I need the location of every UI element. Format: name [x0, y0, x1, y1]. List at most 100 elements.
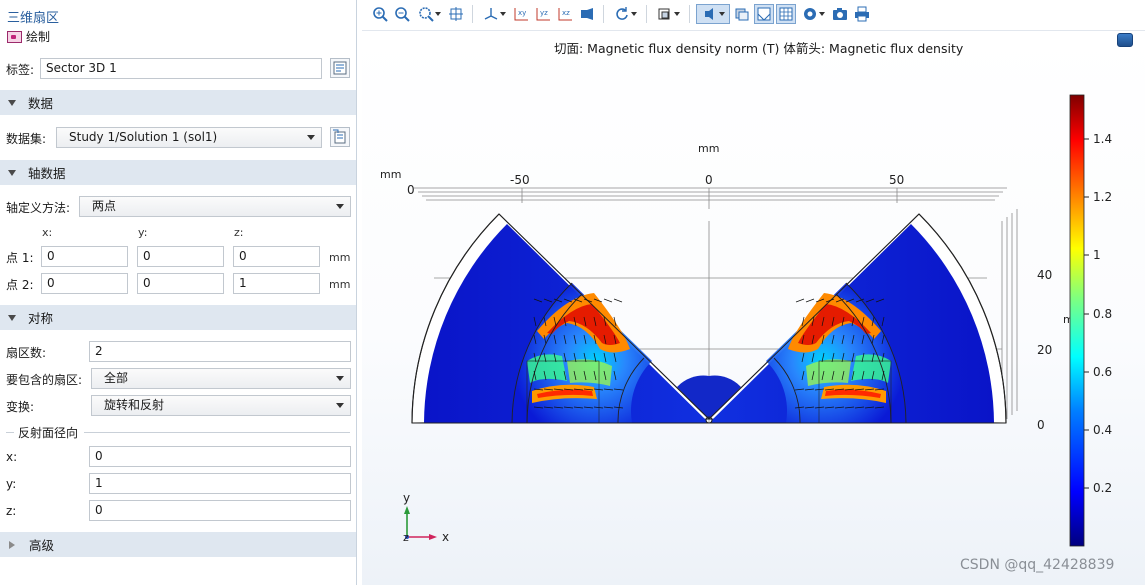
plot-button[interactable]: 绘制	[7, 28, 50, 45]
wireframe-render-icon[interactable]	[754, 4, 774, 24]
axis-triad: y x z	[403, 491, 449, 544]
reflection-group-header: 反射面径向	[6, 424, 350, 441]
collapse-triangle-icon	[8, 169, 16, 176]
svg-text:yz: yz	[540, 9, 548, 17]
left-axis-unit: mm	[380, 168, 401, 181]
col-header-y: y:	[138, 226, 148, 239]
plot-title: 切面: Magnetic flux density norm (T) 体箭头: …	[554, 41, 964, 56]
settings-panel: 三维扇区 绘制 标签: Sector 3D 1 数据 数据集: Study 1/…	[0, 0, 357, 585]
point2-unit: mm	[329, 278, 351, 291]
axis-method-value: 两点	[92, 199, 117, 213]
zoom-extents-icon[interactable]	[446, 4, 466, 24]
point1-y-input[interactable]: 0	[137, 246, 224, 267]
section-advanced[interactable]: 高级	[0, 532, 356, 557]
grid-icon[interactable]	[776, 4, 796, 24]
sectors-input[interactable]: 2	[89, 341, 351, 362]
plot-button-label: 绘制	[26, 30, 51, 44]
section-data-title: 数据	[28, 96, 54, 111]
collapse-triangle-icon	[8, 314, 16, 321]
colorbar-ticks: 1.4 1.2 1 0.8 0.6 0.4 0.2	[1084, 132, 1112, 495]
edit-label-icon[interactable]	[330, 58, 350, 78]
section-symmetry[interactable]: 对称	[0, 305, 356, 330]
dataset-goto-icon[interactable]	[330, 127, 350, 147]
view-xy-icon[interactable]: xy	[511, 4, 531, 24]
include-row: 要包含的扇区:	[6, 371, 82, 388]
refl-y-label: y:	[6, 477, 17, 491]
point1-x-input[interactable]: 0	[41, 246, 128, 267]
color-scene-icon[interactable]	[798, 4, 828, 24]
graphics-panel: xy yz xz 切面: Magnetic flux density norm …	[362, 0, 1145, 585]
reflection-header-text: 反射面径向	[18, 426, 79, 440]
point2-z-input[interactable]: 1	[233, 273, 320, 294]
view-yz-icon[interactable]: yz	[533, 4, 553, 24]
y-tick-label: 20	[1037, 343, 1052, 357]
colorbar-tick-label: 0.8	[1093, 307, 1112, 321]
flux-arrow	[613, 298, 623, 303]
colorbar-tick-label: 0.2	[1093, 481, 1112, 495]
refl-z-label: z:	[6, 504, 17, 518]
graphics-canvas[interactable]: 切面: Magnetic flux density norm (T) 体箭头: …	[362, 30, 1145, 585]
point2-y-input[interactable]: 0	[137, 273, 224, 294]
sectors-label: 扇区数:	[6, 346, 47, 360]
colorbar	[1069, 94, 1085, 547]
sectors-row: 扇区数:	[6, 344, 46, 361]
flux-arrow	[795, 298, 805, 303]
zoom-box-icon[interactable]	[414, 4, 444, 24]
zoom-in-icon[interactable]	[370, 4, 390, 24]
plot-icon	[7, 30, 22, 43]
go-to-view-icon[interactable]	[577, 4, 597, 24]
refl-y-input[interactable]: 1	[89, 473, 351, 494]
refl-x-row: x:	[6, 450, 17, 464]
section-axis-title: 轴数据	[28, 166, 66, 181]
section-axis[interactable]: 轴数据	[0, 160, 356, 185]
chevron-down-icon	[336, 376, 344, 381]
right-sector-plot	[707, 213, 1007, 424]
col-header-z: z:	[234, 226, 244, 239]
dataset-value: Study 1/Solution 1 (sol1)	[69, 130, 218, 144]
refl-x-label: x:	[6, 450, 18, 464]
point1-z-input[interactable]: 0	[233, 246, 320, 267]
top-axis-unit: mm	[698, 142, 719, 155]
select-objects-icon[interactable]	[653, 4, 683, 24]
dataset-row: 数据集:	[6, 130, 46, 147]
axis-orientation-icon[interactable]	[479, 4, 509, 24]
svg-text:xy: xy	[518, 9, 526, 17]
label-input[interactable]: Sector 3D 1	[40, 58, 322, 79]
point2-row: 点 2:	[6, 276, 34, 293]
transform-select[interactable]: 旋转和反射	[91, 395, 351, 416]
include-value: 全部	[104, 371, 129, 385]
expand-triangle-icon	[9, 540, 15, 549]
include-label: 要包含的扇区:	[6, 373, 83, 387]
refl-z-input[interactable]: 0	[89, 500, 351, 521]
y-tick-label: 40	[1037, 268, 1052, 282]
y-tick-label: 0	[1037, 418, 1045, 432]
axis-method-select[interactable]: 两点	[79, 196, 351, 217]
plot-svg: 切面: Magnetic flux density norm (T) 体箭头: …	[380, 41, 1112, 547]
print-icon[interactable]	[852, 4, 872, 24]
zoom-out-icon[interactable]	[392, 4, 412, 24]
chevron-down-icon	[336, 403, 344, 408]
colorbar-tick-label: 1.2	[1093, 190, 1112, 204]
view-xz-icon[interactable]: xz	[555, 4, 575, 24]
x-tick-label: 0	[705, 173, 713, 187]
x-tick-label: 0	[407, 183, 415, 197]
rotate-icon[interactable]	[610, 4, 640, 24]
scene-light-icon[interactable]	[696, 4, 730, 24]
transform-label: 变换:	[6, 400, 35, 414]
x-tick-label: -50	[510, 173, 530, 187]
breadcrumb[interactable]: 三维扇区	[7, 7, 59, 26]
label-row: 标签:	[6, 61, 34, 78]
section-data[interactable]: 数据	[0, 90, 356, 115]
transparency-icon[interactable]	[732, 4, 752, 24]
include-select[interactable]: 全部	[91, 368, 351, 389]
col-header-x: x:	[42, 226, 53, 239]
point2-label: 点 2:	[6, 278, 34, 292]
dataset-select[interactable]: Study 1/Solution 1 (sol1)	[56, 127, 322, 148]
camera-icon[interactable]	[830, 4, 850, 24]
graphics-options-icon[interactable]	[1117, 33, 1133, 47]
point1-label: 点 1:	[6, 251, 34, 265]
section-symmetry-title: 对称	[28, 311, 54, 326]
transform-row: 变换:	[6, 398, 34, 415]
point2-x-input[interactable]: 0	[41, 273, 128, 294]
refl-x-input[interactable]: 0	[89, 446, 351, 467]
